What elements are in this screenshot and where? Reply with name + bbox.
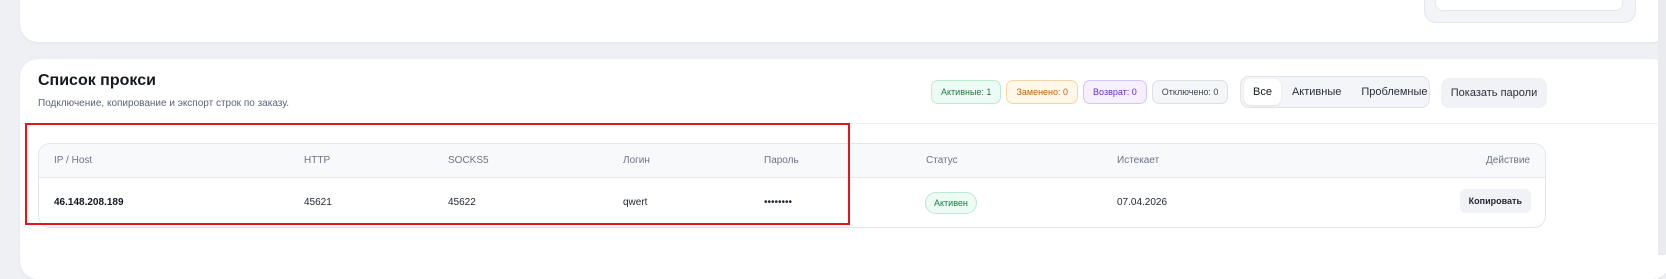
proxy-table: IP / Host HTTP SOCKS5 Логин Пароль Стату… <box>38 143 1546 228</box>
cell-socks5-port[interactable]: 45622 <box>448 178 476 227</box>
status-counters: Активные: 1 Заменено: 0 Возврат: 0 Отклю… <box>931 80 1229 104</box>
column-header-status: Статус <box>926 155 958 166</box>
column-header-http: HTTP <box>304 155 331 166</box>
column-header-expires: Истекает <box>1117 155 1160 166</box>
returned-count-badge: Возврат: 0 <box>1083 80 1147 104</box>
column-header-password: Пароль <box>764 155 799 166</box>
header-divider <box>20 123 1666 124</box>
column-header-action: Действие <box>1486 155 1530 166</box>
disabled-count-badge: Отключено: 0 <box>1151 80 1229 104</box>
table-row: 46.148.208.189 45621 45622 qwert •••••••… <box>39 178 1545 227</box>
cell-expires: 07.04.2026 <box>1117 197 1168 208</box>
active-count-badge: Активные: 1 <box>931 80 1002 104</box>
previous-card-inner-panel <box>1424 0 1636 23</box>
table-header: IP / Host HTTP SOCKS5 Логин Пароль Стату… <box>39 144 1545 178</box>
column-header-socks5: SOCKS5 <box>448 155 489 166</box>
copy-button[interactable]: Копировать <box>1459 189 1531 213</box>
scrollbar-track[interactable] <box>1658 0 1666 255</box>
filter-all-tab[interactable]: Все <box>1244 79 1281 105</box>
status-badge: Активен <box>925 192 977 214</box>
previous-card <box>20 0 1666 42</box>
filter-active-tab[interactable]: Активные <box>1283 79 1350 105</box>
section-title: Список прокси <box>38 72 156 89</box>
cell-ip[interactable]: 46.148.208.189 <box>54 178 124 227</box>
show-passwords-button[interactable]: Показать пароли <box>1441 78 1547 108</box>
column-header-ip: IP / Host <box>54 155 93 166</box>
cell-http-port[interactable]: 45621 <box>304 178 332 227</box>
section-subtitle: Подключение, копирование и экспорт строк… <box>38 98 290 109</box>
previous-card-inner-box <box>1435 0 1623 11</box>
filter-segmented-control: Все Активные Проблемные <box>1240 76 1430 108</box>
replaced-count-badge: Заменено: 0 <box>1006 80 1079 104</box>
column-header-login: Логин <box>623 155 650 166</box>
cell-login[interactable]: qwert <box>623 178 647 227</box>
cell-password[interactable]: •••••••• <box>764 178 792 227</box>
filter-problem-tab[interactable]: Проблемные <box>1352 79 1436 105</box>
